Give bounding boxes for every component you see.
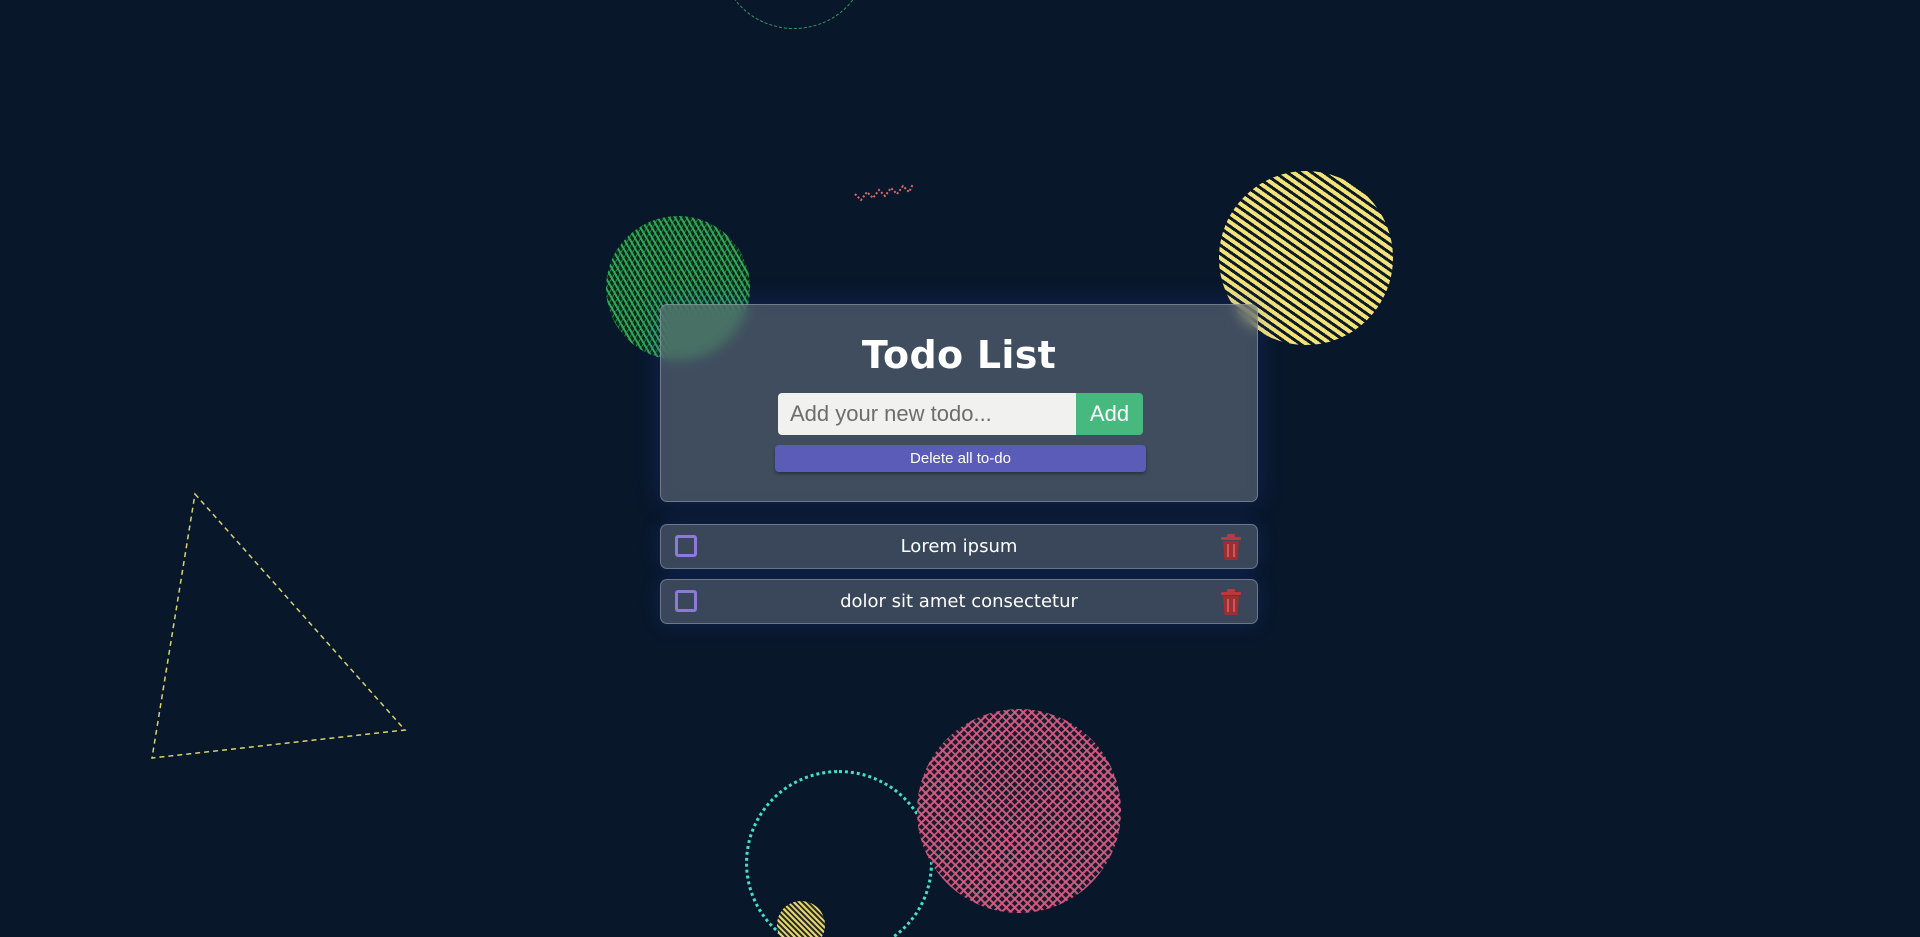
trash-icon[interactable] [1219, 533, 1243, 561]
decorative-dotted-ring [745, 770, 933, 937]
decorative-dashed-ring [722, 0, 866, 29]
decorative-dashed-triangle [151, 492, 407, 759]
todo-text: dolor sit amet consectetur [840, 591, 1078, 612]
todo-input[interactable] [778, 393, 1076, 435]
delete-all-button[interactable]: Delete all to-do [775, 445, 1146, 472]
todo-item: Lorem ipsum [660, 524, 1258, 569]
todo-card: Todo List Add Delete all to-do [660, 304, 1258, 502]
add-button[interactable]: Add [1076, 393, 1143, 435]
decorative-zigzag [854, 183, 914, 202]
decorative-pink-mesh-circle [917, 709, 1121, 913]
todo-item: dolor sit amet consectetur [660, 579, 1258, 624]
page-title: Todo List [861, 333, 1057, 377]
trash-icon[interactable] [1219, 588, 1243, 616]
add-todo-row: Add [778, 393, 1143, 435]
todo-text: Lorem ipsum [900, 536, 1018, 557]
page-background: Todo List Add Delete all to-do Lorem ips… [0, 0, 1920, 937]
